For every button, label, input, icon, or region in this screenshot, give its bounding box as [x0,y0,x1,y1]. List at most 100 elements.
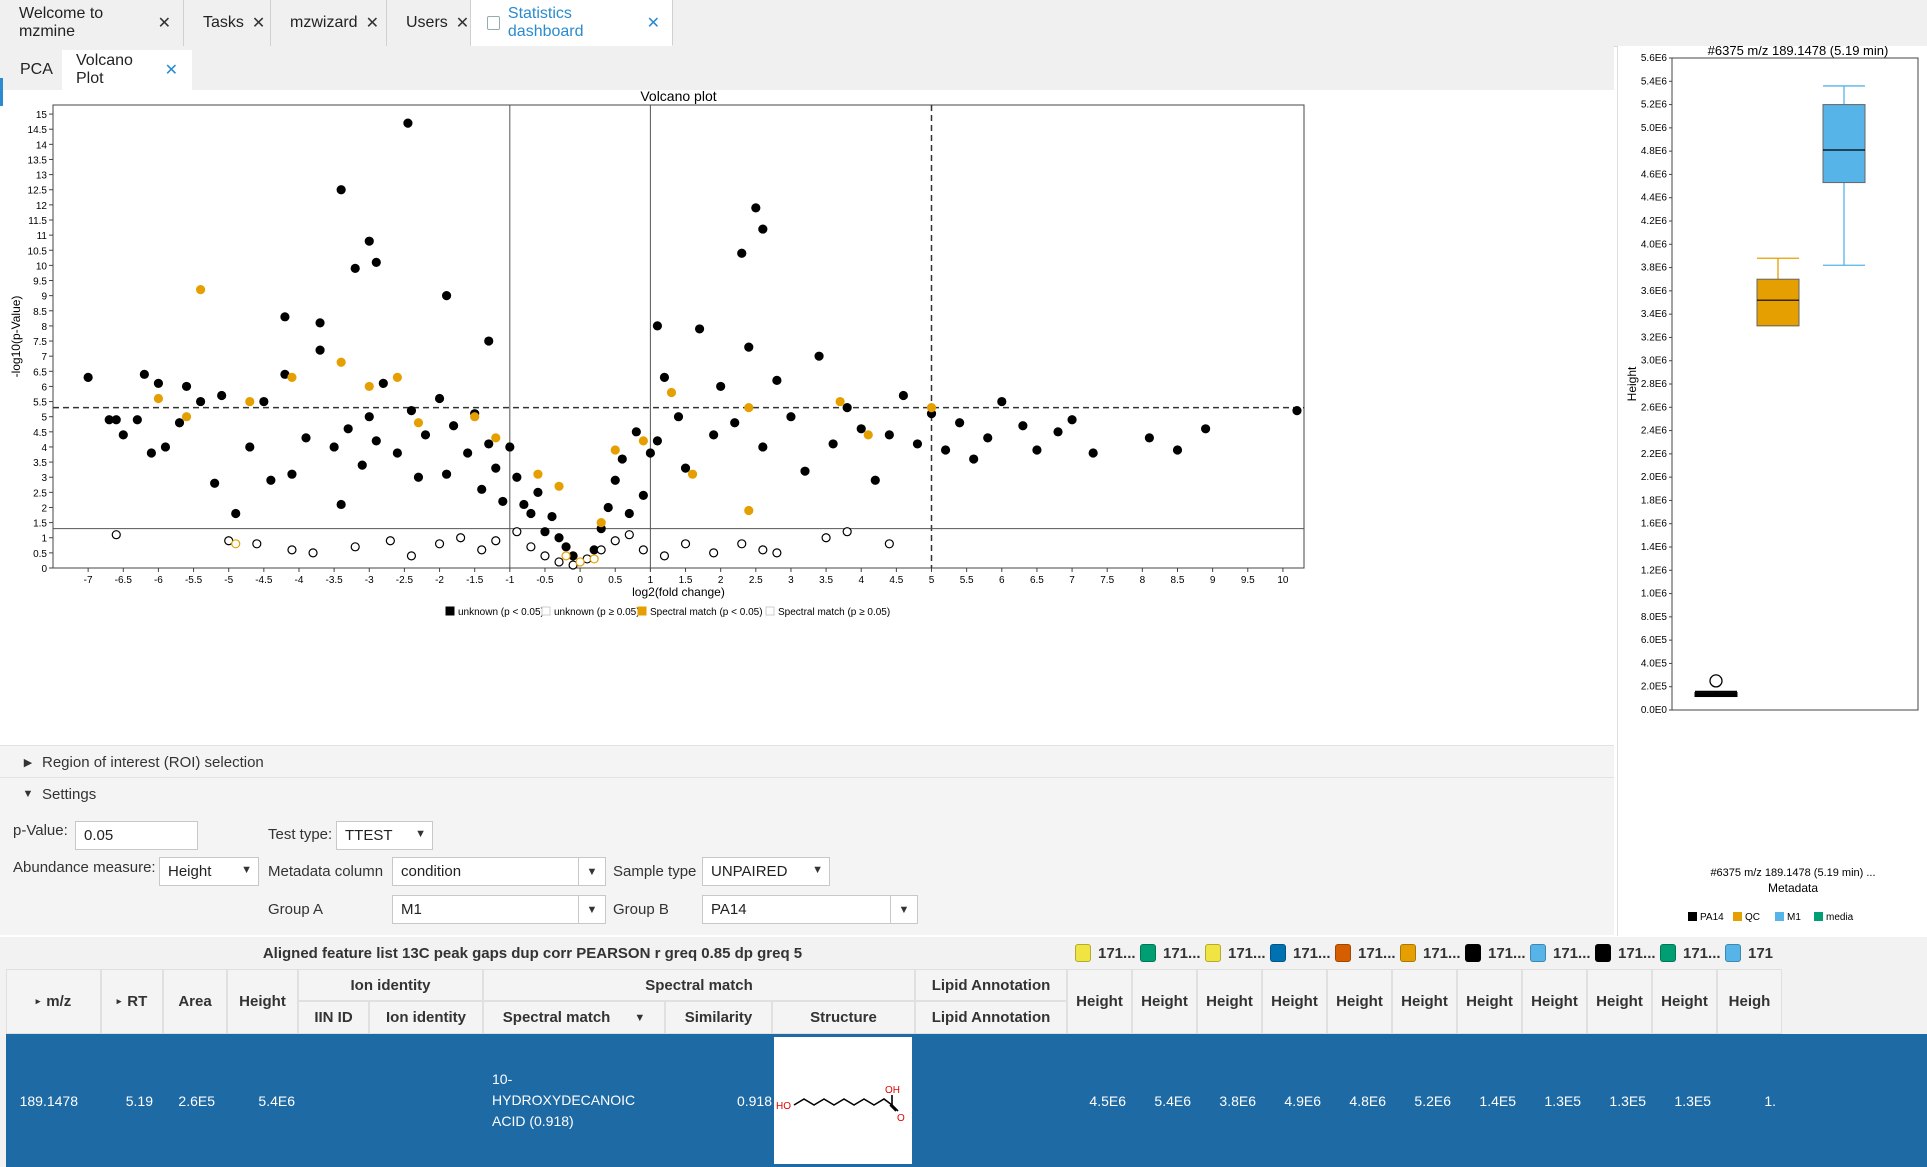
col-ion-identity-header[interactable]: Ion identity [369,1001,483,1034]
feature-table[interactable]: Aligned feature list 13C peak gaps dup c… [0,937,1927,1167]
data-point [610,475,620,485]
x-tick-label: 8 [1140,575,1146,586]
col-mz-header[interactable]: ▸ m/z [6,969,101,1034]
metadata-column-select[interactable]: condition ▼ [392,857,606,886]
close-icon[interactable]: ✕ [456,13,469,33]
data-point [195,396,206,407]
legend-label: PA14 [1700,912,1724,923]
cell-sample-height: 5.4E6 [1154,1092,1191,1109]
col-similarity-header[interactable]: Similarity [665,1001,772,1034]
tab-tasks[interactable]: Tasks ✕ [184,0,271,46]
data-point [252,539,262,549]
sample-group-label: 171... [1488,944,1526,962]
col-sample-height-header[interactable]: Height [1067,969,1132,1034]
test-type-select[interactable]: TTEST ▼ [336,821,433,850]
data-point [526,508,536,519]
x-tick-label: -4.5 [255,575,273,586]
col-sample-height-header[interactable]: Heigh [1717,969,1782,1034]
col-sample-height-header[interactable]: Height [1457,969,1522,1034]
sample-group-header[interactable]: 171 [1725,937,1790,969]
sample-group-header[interactable]: 171... [1595,937,1660,969]
y-tick-label: 7 [41,352,47,363]
tab-pca[interactable]: PCA [6,50,62,90]
sample-group-header[interactable]: 171... [1205,937,1270,969]
volcano-plot-svg[interactable]: Volcano plot -7 -6.5 -6 -5.5 -5 -4.5 -4 -3.5 -3 -2… [6,88,1614,745]
tab-users[interactable]: Users ✕ [387,0,471,46]
y-tick-label: 5.2E6 [1641,100,1668,111]
col-lipid-header[interactable]: Lipid Annotation [915,1001,1067,1034]
y-tick-label: 15 [36,110,48,121]
box-plot-panel[interactable]: #6375 m/z 189.1478 (5.19 min) 0.0E0 2.0E5 4… [1617,43,1927,936]
sample-group-header[interactable]: 171... [1140,937,1205,969]
sample-group-header[interactable]: 171... [1465,937,1530,969]
sort-icon: ▸ [35,996,41,1006]
table-row[interactable]: 189.1478 5.19 2.6E5 5.4E6 10-HYDROXYDECA… [6,1034,1927,1167]
sort-desc-icon[interactable]: ▼ [634,1012,645,1024]
col-rt-header[interactable]: ▸ RT [101,969,163,1034]
data-point [955,418,965,428]
close-icon[interactable]: ✕ [647,13,660,33]
col-sample-height-header[interactable]: Height [1327,969,1392,1034]
col-area-header[interactable]: Area [163,969,227,1034]
col-sample-height-header[interactable]: Height [1522,969,1587,1034]
dropdown-arrow-icon[interactable]: ▼ [578,896,605,923]
cell-sample-height: 1.3E5 [1544,1092,1581,1109]
sample-group-label: 171... [1358,944,1396,962]
tab-volcano-plot[interactable]: Volcano Plot ✕ [62,50,192,90]
abundance-select[interactable]: Height ▼ [159,857,259,886]
data-point [210,478,220,488]
tab-mzwizard[interactable]: mzwizard ✕ [271,0,387,46]
col-sample-height-header[interactable]: Height [1197,969,1262,1034]
settings-section-header[interactable]: ▼ Settings [0,777,1614,810]
data-point [842,403,852,413]
x-axis-label: log2(fold change) [632,585,725,599]
data-point [835,396,845,407]
box-plot-svg[interactable]: #6375 m/z 189.1478 (5.19 min) 0.0E0 2.0E5 4… [1618,43,1927,936]
col-sample-height-header[interactable]: Height [1262,969,1327,1034]
checkbox-icon[interactable] [487,15,500,30]
roi-section-header[interactable]: ▶ Region of interest (ROI) selection [0,745,1614,778]
x-tick-label: 3 [788,575,794,586]
tab-label: Users [406,14,448,31]
data-point [737,539,747,549]
select-value: TTEST [345,827,393,844]
sample-group-header[interactable]: 171... [1530,937,1595,969]
col-iin-id-header[interactable]: IIN ID [298,1001,369,1034]
close-icon[interactable]: ✕ [165,60,178,80]
data-point [926,403,937,413]
col-structure-header[interactable]: Structure [772,1001,915,1034]
col-sample-height-header[interactable]: Height [1652,969,1717,1034]
volcano-plot-panel[interactable]: Volcano plot -7 -6.5 -6 -5.5 -5 -4.5 -4 -3.5 -3 -2… [6,88,1614,745]
legend-label: unknown (p < 0.05) [458,607,544,618]
close-icon[interactable]: ✕ [252,13,265,33]
y-tick-label: 1.5 [33,519,47,530]
x-tick-label: -3 [365,575,374,586]
col-sample-height-header[interactable]: Height [1392,969,1457,1034]
col-spectral-match-header[interactable]: Spectral match ▼ [483,1001,665,1034]
dropdown-arrow-icon[interactable]: ▼ [578,858,605,885]
data-point [603,502,613,513]
sample-type-select[interactable]: UNPAIRED ▼ [702,857,830,886]
group-a-select[interactable]: M1 ▼ [392,895,606,924]
sample-group-header[interactable]: 171... [1660,937,1725,969]
close-icon[interactable]: ✕ [158,13,171,33]
sample-group-header[interactable]: 171... [1075,937,1140,969]
col-sample-height-header[interactable]: Height [1132,969,1197,1034]
data-point [617,454,627,464]
col-sample-height-header[interactable]: Height [1587,969,1652,1034]
close-icon[interactable]: ✕ [366,13,379,33]
data-point [828,439,838,449]
data-point [898,390,908,401]
dropdown-arrow-icon[interactable]: ▼ [890,896,917,923]
x-tick-label: -7 [84,575,93,586]
tab-welcome[interactable]: Welcome to mzmine ✕ [0,0,184,46]
sample-group-header[interactable]: 171... [1335,937,1400,969]
sample-group-header[interactable]: 171... [1400,937,1465,969]
pvalue-input[interactable]: 0.05 [75,821,198,850]
group-b-select[interactable]: PA14 ▼ [702,895,918,924]
data-point [484,336,494,346]
col-height-header[interactable]: Height [227,969,298,1034]
sample-group-header[interactable]: 171... [1270,937,1335,969]
tab-statistics-dashboard[interactable]: Statistics dashboard ✕ [471,0,673,46]
data-point [716,381,726,392]
